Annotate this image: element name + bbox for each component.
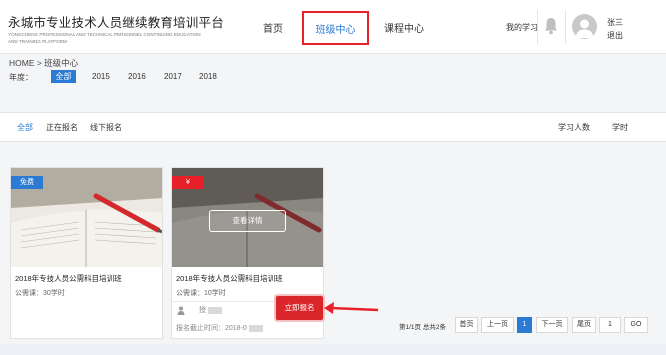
year-2017[interactable]: 2017 (164, 72, 182, 81)
year-2016[interactable]: 2016 (128, 72, 146, 81)
next-page-button[interactable]: 下一页 (536, 317, 568, 333)
class-credit-hours: 公需课：10学时 (176, 290, 226, 297)
user-name: 张三 (607, 18, 623, 27)
year-filter-label: 年度： (9, 73, 33, 82)
my-study-link[interactable]: 我的学习 (506, 22, 538, 33)
breadcrumb[interactable]: HOME > 班级中心 (9, 57, 78, 69)
platform-logo[interactable]: 永城市专业技术人员继续教育培训平台 YONGCHENG PROFESSIONAL… (8, 12, 224, 44)
bell-icon[interactable] (544, 17, 558, 35)
tab-all[interactable]: 全部 (17, 122, 33, 133)
logo-title: 永城市专业技术人员继续教育培训平台 (8, 16, 224, 30)
class-filter-bar: 全部 正在报名 线下报名 学习人数 学时 (0, 112, 666, 142)
page-number-input[interactable]: 1 (599, 317, 621, 333)
first-page-button[interactable]: 首页 (455, 317, 478, 333)
logo-subtitle-line-2: AND TRAINING PLATFORM (8, 38, 67, 44)
view-details-button[interactable]: 查看详情 (209, 210, 286, 232)
top-header: 永城市专业技术人员继续教育培训平台 YONGCHENG PROFESSIONAL… (0, 0, 666, 54)
header-divider (565, 10, 566, 44)
blurred-text (208, 306, 222, 314)
sort-hours[interactable]: 学时 (612, 122, 628, 133)
price-badge: ¥ (172, 176, 204, 189)
last-page-button[interactable]: 尾页 (572, 317, 596, 333)
annotation-arrow-icon (324, 302, 379, 314)
user-avatar-icon (575, 19, 594, 38)
sort-learners[interactable]: 学习人数 (558, 122, 590, 133)
free-badge: 免费 (11, 176, 43, 189)
teacher-name: 授 (199, 305, 222, 315)
class-cover-image[interactable]: ¥ 查看详情 (172, 168, 323, 267)
teacher-icon (177, 306, 185, 315)
class-title[interactable]: 2018年专技人员公需科目培训班 (15, 273, 122, 284)
class-cover-image[interactable]: 免费 (11, 168, 162, 267)
footer-strip (0, 344, 666, 355)
year-2015[interactable]: 2015 (92, 72, 110, 81)
year-all-button[interactable]: 全部 (51, 70, 76, 83)
logo-subtitle-line-1: YONGCHENG PROFESSIONAL AND TECHNICAL PER… (8, 32, 201, 37)
prev-page-button[interactable]: 上一页 (481, 317, 514, 333)
year-filter: 年度： 全部 2015 2016 2017 2018 (0, 69, 666, 85)
tab-enrolling[interactable]: 正在报名 (46, 122, 78, 133)
class-title[interactable]: 2018年专技人员公需科目培训班 (176, 273, 283, 284)
tab-offline-enroll[interactable]: 线下报名 (90, 122, 122, 133)
nav-class-center-label: 班级中心 (315, 25, 356, 36)
pagination-info: 第1/1页 总共2条 (399, 324, 446, 331)
page-1-button[interactable]: 1 (517, 317, 532, 333)
nav-home[interactable]: 首页 (263, 20, 283, 35)
enroll-deadline-text: 报名截止时间：2018-0 (176, 325, 247, 332)
teacher-name-text: 授 (199, 307, 206, 314)
blurred-text (248, 324, 263, 332)
nav-class-center[interactable]: 班级中心 (302, 11, 369, 45)
header-divider (537, 10, 538, 44)
enroll-now-button[interactable]: 立即报名 (276, 296, 323, 320)
year-2018[interactable]: 2018 (199, 72, 217, 81)
logout-link[interactable]: 退出 (607, 30, 623, 41)
class-credit-hours: 公需课：30学时 (15, 290, 65, 297)
class-card[interactable]: 免费 2018年专技人员公需科目培训班 公需课：30学时 (10, 167, 163, 339)
go-button[interactable]: GO (624, 317, 648, 333)
enroll-deadline: 报名截止时间：2018-0 (176, 323, 263, 333)
nav-course-center[interactable]: 课程中心 (384, 20, 424, 35)
avatar[interactable] (572, 14, 597, 39)
